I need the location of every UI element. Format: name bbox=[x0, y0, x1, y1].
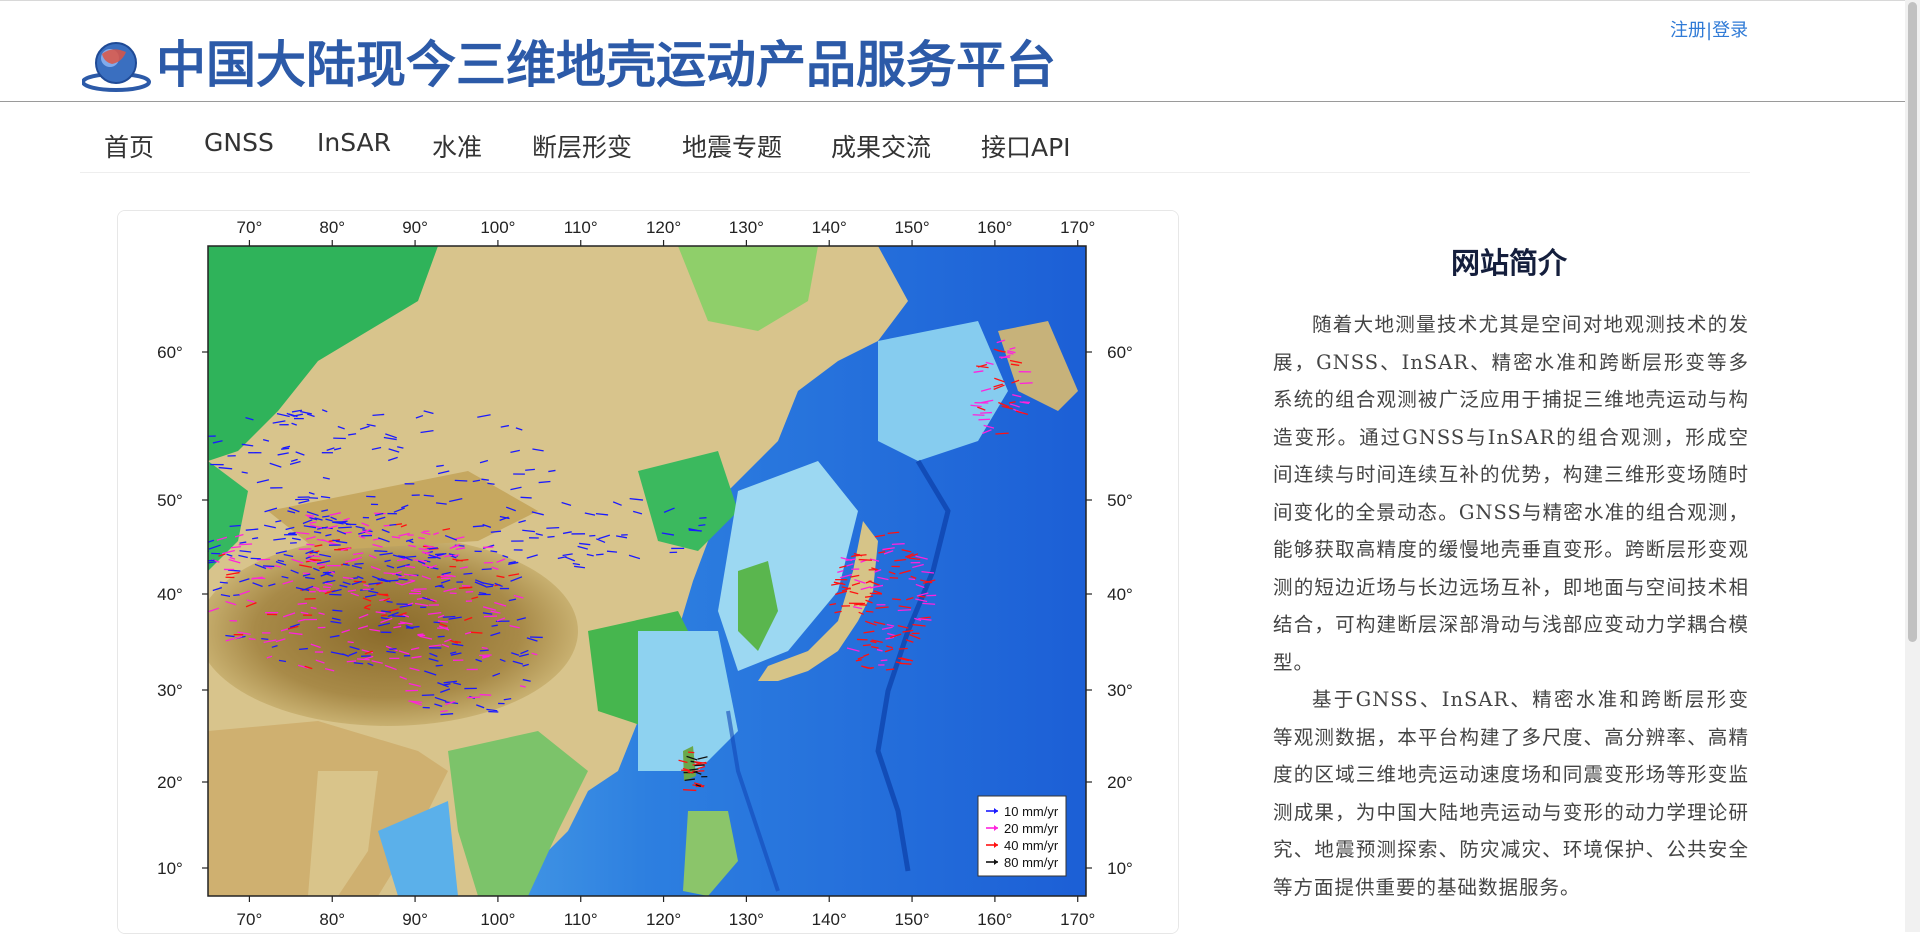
lon-label: 100° bbox=[480, 218, 515, 237]
nav-item-api[interactable]: 接口API bbox=[981, 128, 1071, 164]
lon-label: 160° bbox=[977, 910, 1012, 929]
gnss-velocity-map: 70° 80° 90° 100° 110° 120° 130° 140° 150° 160° 170… bbox=[118, 211, 1178, 933]
lon-label: 150° bbox=[894, 910, 929, 929]
lon-label: 150° bbox=[894, 218, 929, 237]
page-scrollbar[interactable] bbox=[1905, 0, 1920, 932]
intro-title: 网站简介 bbox=[1451, 240, 1567, 282]
lon-label: 80° bbox=[319, 910, 345, 929]
lat-label: 10° bbox=[157, 859, 183, 878]
lon-label: 100° bbox=[480, 910, 515, 929]
lat-label: 40° bbox=[157, 585, 183, 604]
nav-item-fault-deformation[interactable]: 断层形变 bbox=[532, 128, 632, 164]
lon-label: 120° bbox=[646, 910, 681, 929]
lat-label: 60° bbox=[157, 343, 183, 362]
lon-label: 160° bbox=[977, 218, 1012, 237]
velocity-map-card[interactable]: 70° 80° 90° 100° 110° 120° 130° 140° 150° 160° 170… bbox=[117, 210, 1179, 934]
lon-label: 120° bbox=[646, 218, 681, 237]
site-header: 中国大陆现今三维地壳运动产品服务平台 注册|登录 bbox=[0, 0, 1905, 102]
lon-label: 80° bbox=[319, 218, 345, 237]
nav-item-results-exchange[interactable]: 成果交流 bbox=[831, 128, 931, 164]
lon-label: 70° bbox=[237, 910, 263, 929]
register-link[interactable]: 注册 bbox=[1670, 20, 1706, 41]
lat-label: 10° bbox=[1107, 859, 1133, 878]
lat-label: 40° bbox=[1107, 585, 1133, 604]
lat-label: 60° bbox=[1107, 343, 1133, 362]
site-title: 中国大陆现今三维地壳运动产品服务平台 bbox=[156, 30, 1056, 100]
lat-label: 50° bbox=[1107, 491, 1133, 510]
lon-label: 90° bbox=[402, 910, 428, 929]
lon-label: 170° bbox=[1060, 910, 1095, 929]
legend-label: 20 mm/yr bbox=[1004, 821, 1059, 836]
scrollbar-thumb[interactable] bbox=[1908, 2, 1917, 642]
lat-label: 50° bbox=[157, 491, 183, 510]
legend-label: 80 mm/yr bbox=[1004, 855, 1059, 870]
lon-label: 110° bbox=[564, 910, 598, 929]
lat-label: 30° bbox=[1107, 681, 1133, 700]
intro-body: 随着大地测量技术尤其是空间对地观测技术的发展，GNSS、InSAR、精密水准和跨… bbox=[1273, 306, 1749, 906]
lon-label: 90° bbox=[402, 218, 428, 237]
lat-label: 30° bbox=[157, 681, 183, 700]
lon-label: 140° bbox=[812, 910, 847, 929]
lat-label: 20° bbox=[157, 773, 183, 792]
login-link[interactable]: 登录 bbox=[1712, 20, 1748, 41]
lon-label: 140° bbox=[812, 218, 847, 237]
map-legend: 10 mm/yr 20 mm/yr 40 mm/yr 80 mm/yr bbox=[978, 796, 1066, 876]
intro-paragraph: 随着大地测量技术尤其是空间对地观测技术的发展，GNSS、InSAR、精密水准和跨… bbox=[1273, 306, 1749, 681]
nav-item-insar[interactable]: InSAR bbox=[317, 128, 391, 157]
nav-item-home[interactable]: 首页 bbox=[104, 128, 154, 164]
globe-logo-icon[interactable] bbox=[82, 36, 154, 92]
nav-item-leveling[interactable]: 水准 bbox=[432, 128, 482, 164]
nav-item-earthquake-topics[interactable]: 地震专题 bbox=[682, 128, 782, 164]
nav-item-gnss[interactable]: GNSS bbox=[204, 128, 274, 157]
lon-label: 130° bbox=[729, 218, 764, 237]
main-nav: 首页 GNSS InSAR 水准 断层形变 地震专题 成果交流 接口API bbox=[80, 108, 1750, 173]
legend-label: 40 mm/yr bbox=[1004, 838, 1059, 853]
intro-paragraph: 基于GNSS、InSAR、精密水准和跨断层形变等观测数据，本平台构建了多尺度、高… bbox=[1273, 681, 1749, 906]
lon-label: 110° bbox=[564, 218, 598, 237]
lon-label: 170° bbox=[1060, 218, 1095, 237]
lon-label: 130° bbox=[729, 910, 764, 929]
lon-label: 70° bbox=[237, 218, 263, 237]
legend-label: 10 mm/yr bbox=[1004, 804, 1059, 819]
auth-links: 注册|登录 bbox=[1670, 16, 1748, 42]
lat-label: 20° bbox=[1107, 773, 1133, 792]
map-terrain bbox=[179, 246, 1086, 896]
